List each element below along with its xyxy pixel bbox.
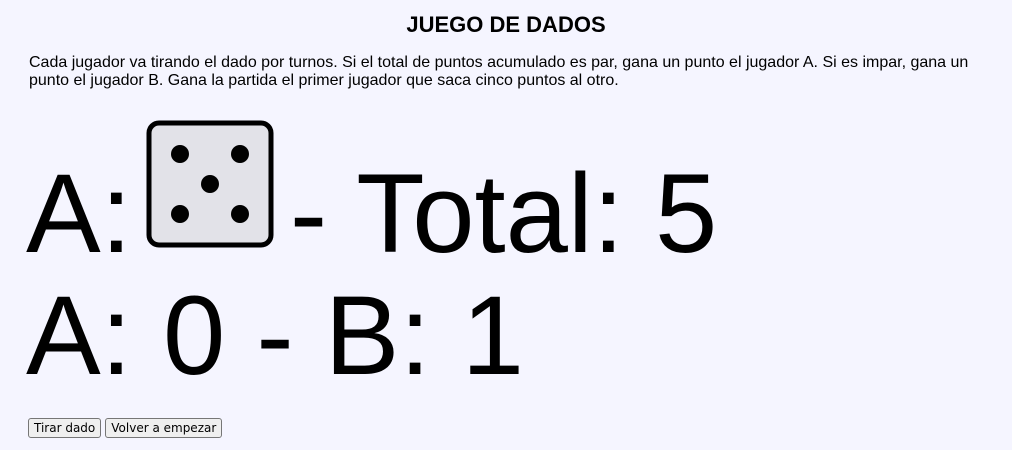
button-bar: Tirar dado Volver a empezar [28, 418, 223, 438]
die-pip [230, 145, 249, 163]
restart-button[interactable]: Volver a empezar [105, 418, 223, 438]
score-row: A: 0 - B: 1 [26, 280, 524, 392]
die-pip [230, 205, 249, 223]
die-pip [170, 145, 189, 163]
die-pip [200, 175, 219, 193]
turn-row: A: - Total: 5 [26, 120, 718, 278]
score-text: A: 0 - B: 1 [26, 273, 524, 398]
roll-die-button[interactable]: Tirar dado [28, 418, 102, 438]
game-page: JUEGO DE DADOS Cada jugador va tirando e… [0, 0, 1012, 450]
total-label: - Total: 5 [289, 151, 718, 276]
page-title: JUEGO DE DADOS [406, 12, 606, 37]
die-face-5-icon [146, 120, 274, 248]
die-pip [170, 205, 189, 223]
current-player-label: A: [26, 151, 132, 276]
die-svg [146, 120, 274, 248]
game-description: Cada jugador va tirando el dado por turn… [29, 54, 969, 89]
